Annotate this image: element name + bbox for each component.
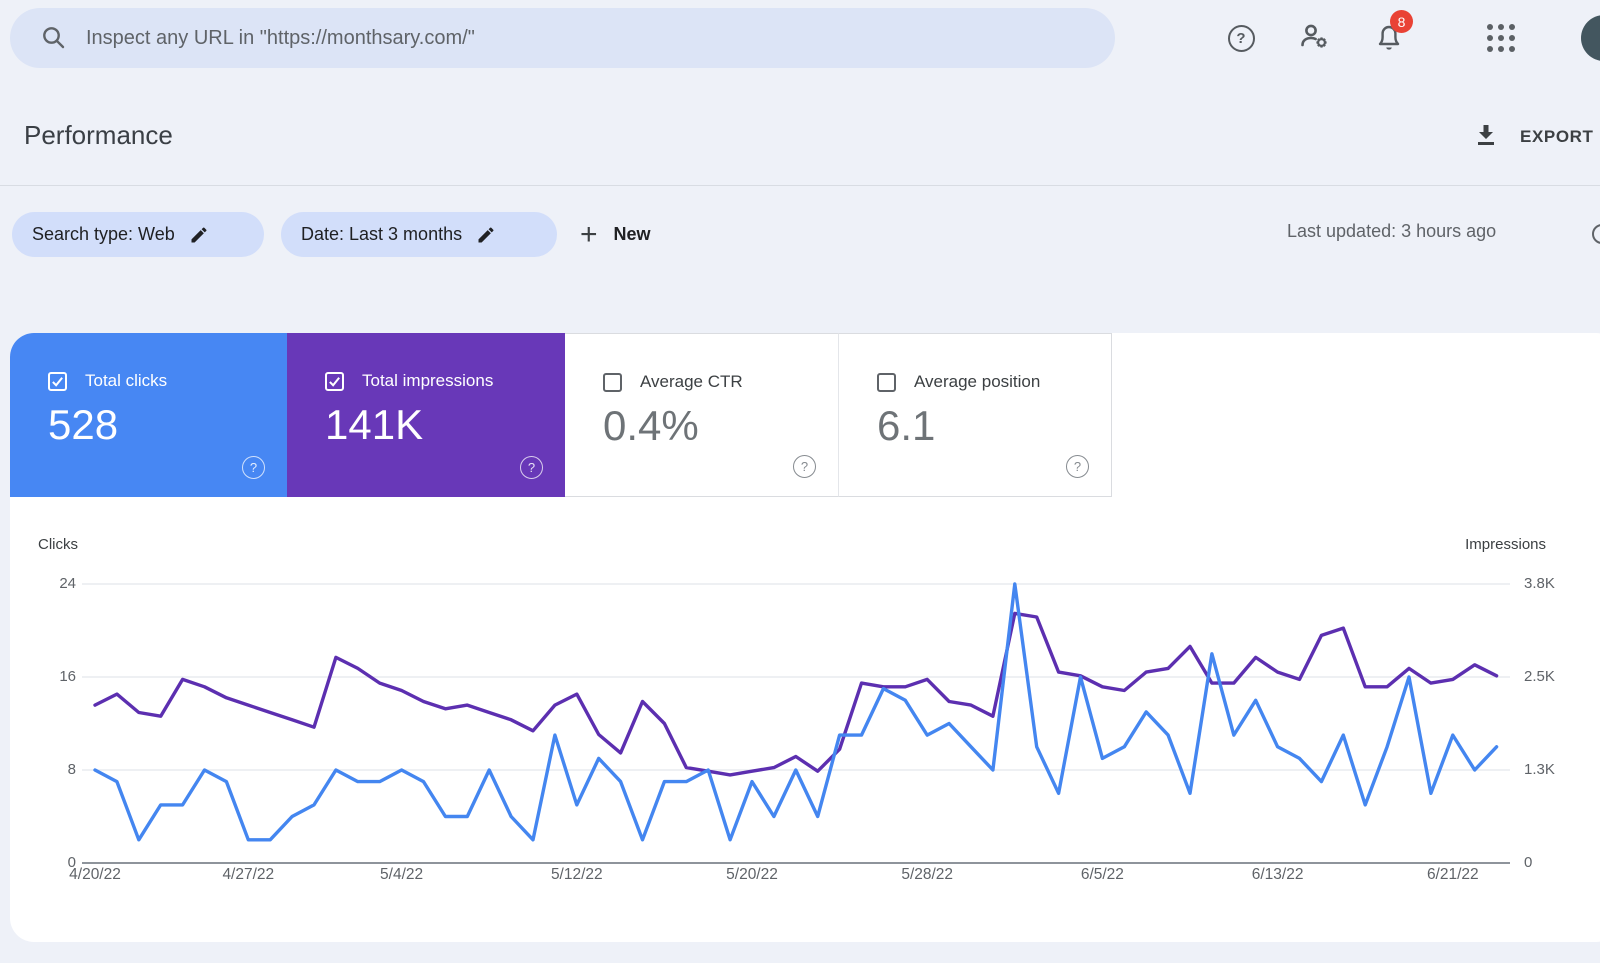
search-console-performance-page: Inspect any URL in "https://monthsary.co… <box>0 0 1600 963</box>
series-total-clicks <box>93 582 1499 842</box>
right-axis-label: Impressions <box>1465 536 1546 553</box>
left-axis-label: Clicks <box>38 536 78 553</box>
notification-badge: 8 <box>1390 10 1413 33</box>
clicks-impressions-chart[interactable] <box>0 0 1600 963</box>
